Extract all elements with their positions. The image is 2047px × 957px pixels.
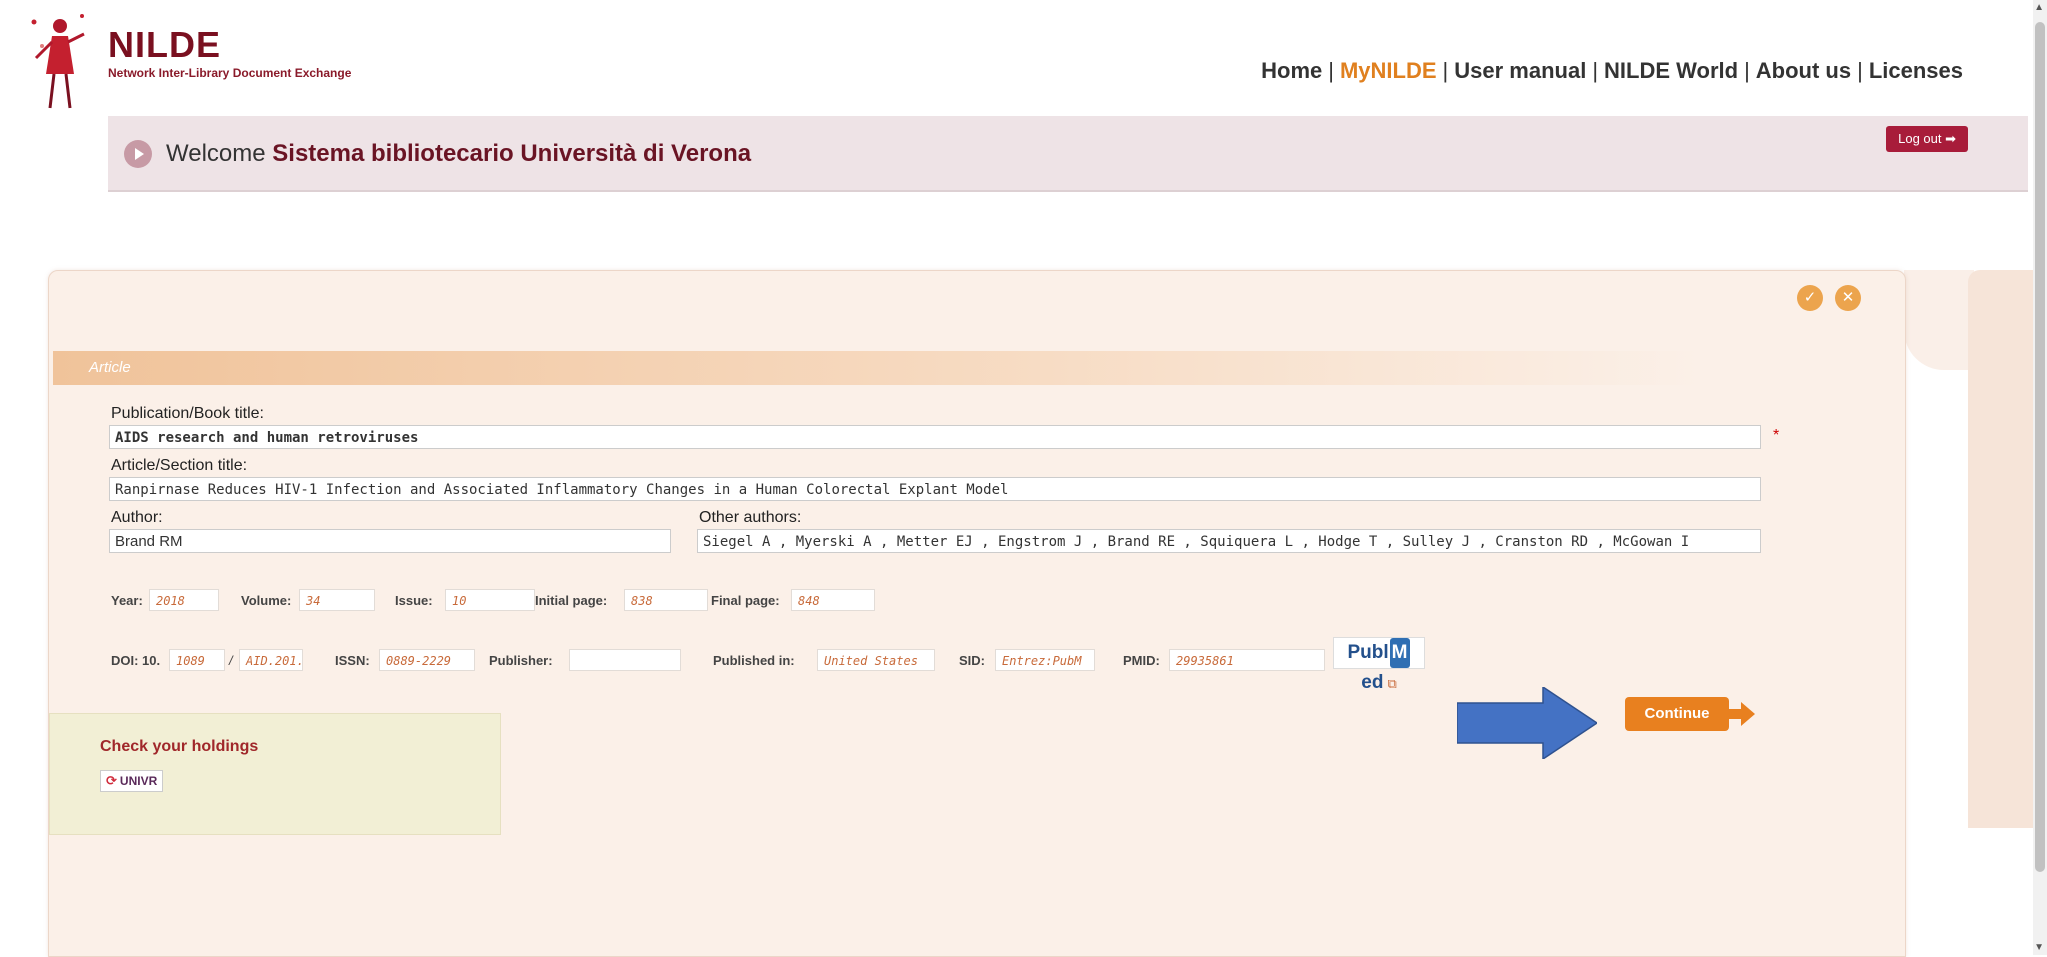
final-page-field[interactable]: 848: [791, 589, 875, 611]
pmid-label: PMID:: [1123, 653, 1160, 668]
doi-suffix-field[interactable]: AID.201.: [239, 649, 303, 671]
pubmed-logo-post: ed: [1361, 672, 1384, 693]
welcome-user-name: Sistema bibliotecario Università di Vero…: [272, 140, 752, 167]
scroll-thumb[interactable]: [2035, 22, 2045, 872]
initial-page-field[interactable]: 838: [624, 589, 708, 611]
nav-separator: |: [1328, 58, 1334, 83]
pmid-field[interactable]: 29935861: [1169, 649, 1325, 671]
univr-label: UNIVR: [119, 774, 158, 788]
welcome-bar: Welcome Sistema bibliotecario Università…: [108, 116, 2028, 192]
issn-label: ISSN:: [335, 653, 370, 668]
publication-title-label: Publication/Book title:: [111, 405, 264, 422]
sid-field[interactable]: Entrez:PubM: [995, 649, 1095, 671]
nav-licenses[interactable]: Licenses: [1869, 58, 1963, 83]
logo-title[interactable]: NILDE: [108, 24, 221, 66]
holdings-box: Check your holdings ⟳ UNIVR: [49, 713, 501, 835]
holdings-title: Check your holdings: [100, 738, 259, 755]
nav-separator: |: [1442, 58, 1449, 83]
scroll-down-icon[interactable]: ▼: [2034, 942, 2044, 953]
logo-subtitle: Network Inter-Library Document Exchange: [108, 66, 352, 80]
nav-separator: |: [1744, 58, 1750, 83]
univr-logo-icon: ⟳: [106, 773, 117, 788]
pubmed-logo-pre: Publ: [1347, 642, 1389, 663]
issue-label: Issue:: [395, 593, 433, 608]
final-page-label: Final page:: [711, 593, 780, 608]
check-circle-icon[interactable]: ✓: [1797, 285, 1823, 311]
publisher-field[interactable]: [569, 649, 681, 671]
external-link-icon: ⧉: [1387, 676, 1397, 691]
welcome-message: Welcome Sistema bibliotecario Università…: [166, 140, 751, 168]
doi-separator: /: [229, 653, 233, 668]
publisher-label: Publisher:: [489, 653, 553, 668]
logo-figure-icon: [31, 14, 85, 109]
nav-about-us[interactable]: About us: [1756, 58, 1851, 83]
blue-arrow-pointer-icon: [1457, 687, 1597, 759]
required-marker: *: [1773, 427, 1780, 444]
author-label: Author:: [111, 509, 163, 526]
issue-field[interactable]: 10: [445, 589, 535, 611]
pubmed-logo-m: M: [1389, 638, 1410, 668]
continue-arrow-icon: [1729, 702, 1755, 726]
year-field[interactable]: 2018: [149, 589, 219, 611]
nav-separator: |: [1857, 58, 1863, 83]
play-circle-icon: [124, 140, 152, 168]
issn-field[interactable]: 0889-2229: [379, 649, 475, 671]
volume-field[interactable]: 34: [299, 589, 375, 611]
author-field[interactable]: Brand RM: [109, 529, 671, 553]
nav-mynilde[interactable]: MyNILDE: [1340, 58, 1437, 83]
continue-button[interactable]: Continue: [1625, 697, 1729, 731]
published-in-field[interactable]: United States: [817, 649, 935, 671]
nav-nilde-world[interactable]: NILDE World: [1604, 58, 1738, 83]
published-in-label: Published in:: [713, 653, 795, 668]
close-circle-icon[interactable]: ✕: [1835, 285, 1861, 311]
panel-curve-decoration: [1904, 270, 1974, 370]
article-title-label: Article/Section title:: [111, 457, 248, 474]
doi-label: DOI: 10.: [111, 653, 161, 668]
article-title-field[interactable]: Ranpirnase Reduces HIV-1 Infection and A…: [109, 477, 1761, 501]
other-authors-label: Other authors:: [699, 509, 802, 526]
nav-home[interactable]: Home: [1261, 58, 1322, 83]
year-label: Year:: [111, 593, 143, 608]
scroll-up-icon[interactable]: ▲: [2034, 2, 2044, 13]
volume-label: Volume:: [241, 593, 292, 608]
pubmed-link[interactable]: Publ Med ⧉: [1333, 637, 1425, 693]
doi-prefix-field[interactable]: 1089: [169, 649, 225, 671]
publication-title-field[interactable]: AIDS research and human retroviruses: [109, 425, 1761, 449]
nav-user-manual[interactable]: User manual: [1454, 58, 1586, 83]
sid-label: SID:: [959, 653, 985, 668]
nav-separator: |: [1592, 58, 1599, 83]
other-authors-field[interactable]: Siegel A , Myerski A , Metter EJ , Engst…: [697, 529, 1761, 553]
welcome-prefix: Welcome: [166, 140, 266, 167]
section-header-article: Article: [53, 351, 1703, 385]
panel-actions: ✓ ✕: [1785, 285, 1861, 311]
univr-holdings-button[interactable]: ⟳ UNIVR: [100, 770, 164, 792]
logout-button[interactable]: Log out ➡: [1886, 126, 1968, 152]
top-navigation: Home | MyNILDE | User manual | NILDE World | Abo…: [1261, 58, 1963, 84]
page-scrollbar[interactable]: ▲ ▼: [2033, 0, 2047, 955]
initial-page-label: Initial page:: [535, 593, 608, 608]
request-form-panel: ✓ ✕ Article Publication/Book title: AIDS …: [48, 270, 1906, 957]
